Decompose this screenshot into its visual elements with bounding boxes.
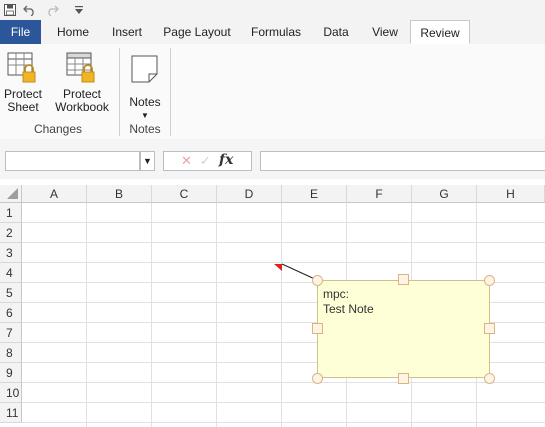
- resize-handle-bottom-left[interactable]: [312, 373, 323, 384]
- resize-handle-bottom[interactable]: [398, 373, 409, 384]
- note-text[interactable]: Test Note: [323, 302, 484, 317]
- resize-handle-top[interactable]: [398, 274, 409, 285]
- note-author: mpc:: [323, 287, 350, 301]
- cell-note[interactable]: mpc: Test Note: [317, 280, 490, 378]
- resize-handle-top-right[interactable]: [484, 275, 495, 286]
- resize-handle-bottom-right[interactable]: [484, 373, 495, 384]
- resize-handle-top-left[interactable]: [312, 275, 323, 286]
- resize-handle-left[interactable]: [312, 323, 323, 334]
- note-indicator-icon: [274, 264, 282, 271]
- resize-handle-right[interactable]: [484, 323, 495, 334]
